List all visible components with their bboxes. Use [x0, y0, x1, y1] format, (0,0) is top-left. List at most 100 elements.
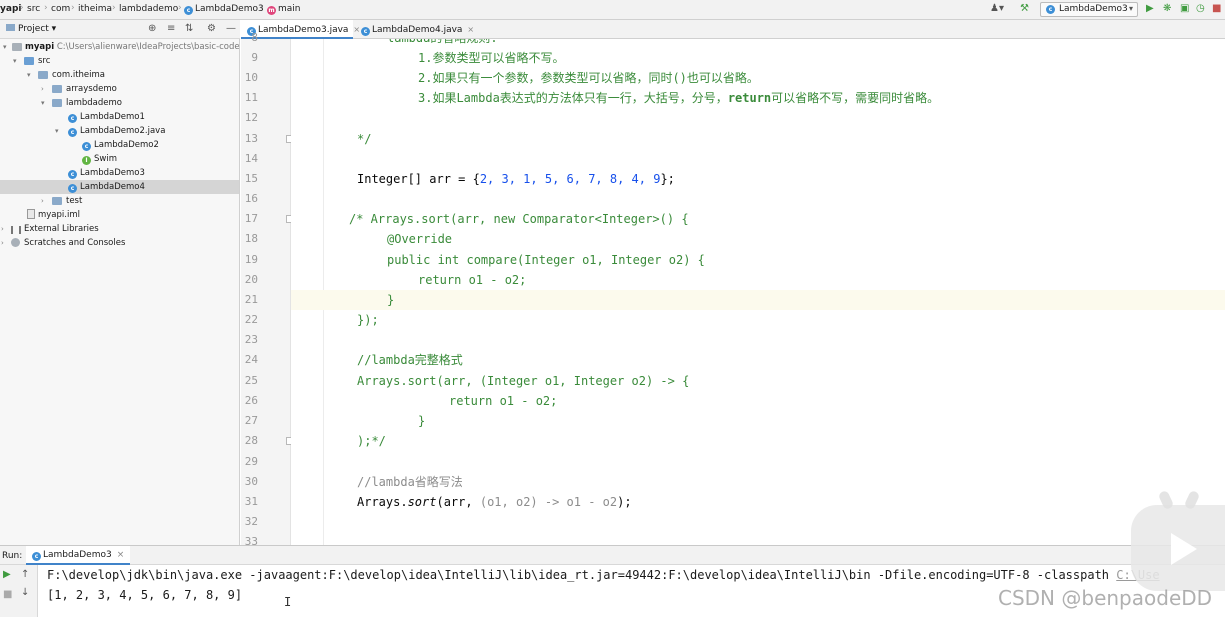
tab-label: LambdaDemo3.java	[258, 25, 349, 35]
code-line[interactable]: */	[291, 129, 1225, 149]
line-number: 15	[244, 172, 258, 185]
tree-item-label: test	[66, 196, 83, 206]
video-play-overlay[interactable]	[1131, 489, 1225, 591]
class-icon: c	[68, 110, 79, 124]
tree-item-test[interactable]: › test	[0, 194, 239, 208]
code-line[interactable]: Arrays.sort(arr, (Integer o1, Integer o2…	[291, 371, 1225, 391]
breadcrumb-method[interactable]: m main	[267, 4, 301, 15]
code-line[interactable]: );*/	[291, 431, 1225, 451]
chevron-down-icon[interactable]: ▾	[27, 68, 31, 82]
tree-item-module[interactable]: ▾ myapi C:\Users\alienware\IdeaProjects\…	[0, 40, 240, 54]
play-icon[interactable]	[1171, 533, 1197, 565]
code-line[interactable]: Integer[] arr = {2, 3, 1, 5, 6, 7, 8, 4,…	[291, 169, 1225, 189]
tree-item-package[interactable]: › arraysdemo	[0, 82, 239, 96]
minimize-icon[interactable]: —	[226, 23, 236, 34]
stop-icon[interactable]: ■	[1212, 3, 1221, 15]
line-number: 25	[244, 374, 258, 387]
run-icon[interactable]: ▶	[1146, 3, 1154, 15]
rerun-icon[interactable]: ▶	[3, 569, 11, 581]
tree-item-external-libraries[interactable]: › External Libraries	[0, 222, 239, 236]
overlay-ears	[1157, 489, 1201, 511]
project-tree[interactable]: ▾ myapi C:\Users\alienware\IdeaProjects\…	[0, 39, 240, 545]
editor-gutter[interactable]: 8 9 10 11 12 13 14 15 16 17 18 19 20 21 …	[241, 31, 310, 548]
comment-text: 可以省略不写，需要同时省略。	[771, 91, 940, 105]
line-number: 13	[244, 132, 258, 145]
run-tab-lambdademo3[interactable]: c LambdaDemo3 ×	[26, 546, 131, 565]
tree-item-class-selected[interactable]: c LambdaDemo4	[0, 180, 239, 194]
arrow-up-icon[interactable]: ↑	[21, 569, 29, 581]
breadcrumb-src[interactable]: src	[27, 4, 40, 14]
project-view-selector[interactable]: Project ▾	[6, 24, 56, 34]
line-number: 10	[244, 71, 258, 84]
chevron-down-icon[interactable]: ▾	[3, 40, 7, 54]
breadcrumb-itheima[interactable]: itheima	[78, 4, 112, 14]
tree-item-class[interactable]: c LambdaDemo2	[0, 138, 239, 152]
code-editor[interactable]: lambda的省略规则: 1.参数类型可以省略不写。 2.如果只有一个参数，参数…	[291, 39, 1225, 545]
user-icon[interactable]: ♟▾	[990, 3, 1004, 15]
expand-all-icon[interactable]: ≡	[167, 23, 175, 34]
close-icon[interactable]: ×	[467, 25, 474, 34]
chevron-down-icon[interactable]: ▾	[41, 96, 45, 110]
code-line[interactable]: 3.如果Lambda表达式的方法体只有一行，大括号，分号，return可以省略不…	[291, 88, 1225, 108]
profile-icon[interactable]: ◷	[1196, 3, 1205, 15]
locate-file-icon[interactable]: ⊕	[148, 23, 156, 34]
tree-item-interface[interactable]: I Swim	[0, 152, 239, 166]
tree-item-label: External Libraries	[24, 224, 99, 234]
code-line[interactable]: //lambda完整格式	[291, 350, 1225, 370]
code-line[interactable]: lambda的省略规则:	[291, 39, 1225, 48]
breadcrumb-project[interactable]: yapi	[0, 4, 21, 14]
chevron-right-icon[interactable]: ›	[1, 236, 4, 250]
stop-icon[interactable]: ■	[3, 589, 12, 601]
tree-item-label: Scratches and Consoles	[24, 238, 126, 248]
collapse-all-icon[interactable]: ⇅	[185, 23, 193, 34]
chevron-down-icon[interactable]: ▾	[13, 54, 17, 68]
chevron-right-icon[interactable]: ›	[41, 82, 44, 96]
console-command-line: F:\develop\jdk\bin\java.exe -javaagent:F…	[47, 566, 1160, 584]
tree-item-scratches[interactable]: › Scratches and Consoles	[0, 236, 239, 250]
breadcrumb-lambdademo[interactable]: lambdademo	[119, 4, 178, 14]
code-line[interactable]: @Override	[291, 229, 1225, 249]
class-icon: c	[361, 27, 370, 36]
tree-item-src[interactable]: ▾ src	[0, 54, 239, 68]
arrow-down-icon[interactable]: ↓	[21, 587, 29, 599]
breadcrumb-separator: ›	[112, 3, 116, 13]
line-number: 28	[244, 434, 258, 447]
chevron-right-icon[interactable]: ›	[41, 194, 44, 208]
code-line[interactable]: //lambda省略写法	[291, 472, 1225, 492]
code-line[interactable]: return o1 - o2;	[291, 270, 1225, 290]
code-line[interactable]: 1.参数类型可以省略不写。	[291, 48, 1225, 68]
tree-item-label: LambdaDemo2.java	[80, 126, 166, 136]
chevron-down-icon[interactable]: ▾	[55, 124, 59, 138]
code-line-current[interactable]: }	[291, 290, 1225, 310]
line-number: 14	[244, 152, 258, 165]
line-number: 26	[244, 394, 258, 407]
build-hammer-icon[interactable]: ⚒	[1020, 3, 1029, 15]
tree-item-class[interactable]: c LambdaDemo1	[0, 110, 239, 124]
code-line[interactable]: return o1 - o2;	[291, 391, 1225, 411]
tree-item-path: C:\Users\alienware\IdeaProjects\basic-co…	[56, 42, 240, 52]
tree-item-class[interactable]: c LambdaDemo3	[0, 166, 239, 180]
code-line[interactable]: public int compare(Integer o1, Integer o…	[291, 250, 1225, 270]
tab-lambdademo4[interactable]: c LambdaDemo4.java ×	[355, 20, 474, 39]
tree-item-package[interactable]: ▾ com.itheima	[0, 68, 239, 82]
code-line[interactable]: /* Arrays.sort(arr, new Comparator<Integ…	[291, 209, 1225, 229]
coverage-icon[interactable]: ▣	[1180, 3, 1189, 15]
tree-item-iml[interactable]: myapi.iml	[0, 208, 239, 222]
comment-text: );*/	[357, 434, 386, 448]
project-panel-title: Project	[18, 24, 49, 34]
tree-item-java-file[interactable]: ▾ c LambdaDemo2.java	[0, 124, 239, 138]
code-line[interactable]: 2.如果只有一个参数，参数类型可以省略，同时()也可以省略。	[291, 68, 1225, 88]
breadcrumb-class[interactable]: c LambdaDemo3	[184, 4, 264, 15]
run-configuration-select[interactable]: c LambdaDemo3 ▾	[1040, 2, 1138, 17]
code-line[interactable]: });	[291, 310, 1225, 330]
code-line[interactable]: Arrays.sort(arr, (o1, o2) -> o1 - o2);	[291, 492, 1225, 512]
tree-item-package[interactable]: ▾ lambdademo	[0, 96, 239, 110]
close-icon[interactable]: ×	[117, 550, 125, 560]
breadcrumb-com[interactable]: com	[51, 4, 70, 14]
chevron-right-icon[interactable]: ›	[1, 222, 4, 236]
debug-icon[interactable]: ❋	[1163, 3, 1171, 15]
gear-icon[interactable]: ⚙	[207, 23, 216, 34]
class-icon: c	[68, 124, 79, 138]
tree-item-label: myapi	[25, 42, 55, 52]
code-line[interactable]: }	[291, 411, 1225, 431]
